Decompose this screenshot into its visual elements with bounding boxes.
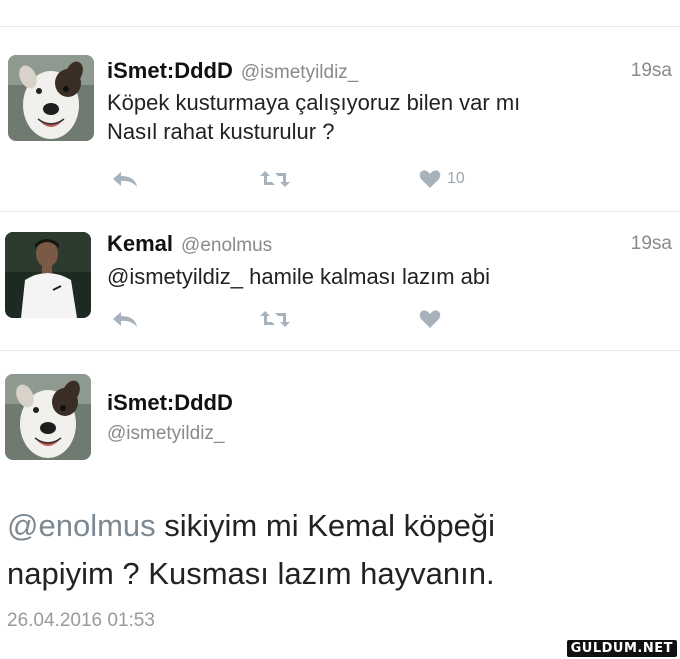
retweet-icon	[260, 171, 290, 187]
tweet-text-line: napiyim ? Kusması lazım hayvanın.	[7, 556, 495, 591]
avatar[interactable]	[8, 55, 94, 141]
tweet-text: @ismetyildiz_ hamile kalması lazım abi	[107, 264, 491, 289]
dog-avatar-icon	[5, 374, 91, 460]
heart-icon	[419, 310, 441, 328]
user-handle[interactable]: @enolmus	[181, 235, 272, 256]
reply-button[interactable]	[111, 168, 139, 190]
tweet-text: Köpek kusturmaya çalışıyoruz bilen var m…	[107, 88, 520, 146]
retweet-button[interactable]	[259, 308, 291, 330]
tweet-actions	[107, 308, 507, 330]
tweet-divider	[0, 211, 680, 212]
person-avatar-icon	[5, 232, 91, 318]
like-count: 10	[447, 170, 465, 187]
reply-icon	[113, 312, 137, 327]
tweet-time[interactable]: 19sa	[631, 60, 672, 82]
site-watermark: GULDUM.NET	[566, 640, 677, 657]
tweet-actions: 10	[107, 168, 507, 190]
avatar[interactable]	[5, 232, 91, 318]
retweet-icon	[260, 311, 290, 327]
tweet-timestamp: 26.04.2016 01:53	[7, 610, 155, 631]
tweet-text-segment: sikiyim mi Kemal köpeği	[155, 508, 496, 543]
tweet-text-line: @enolmus sikiyim mi Kemal köpeği	[7, 502, 647, 550]
display-name[interactable]: iSmet:DddD	[107, 58, 233, 83]
tweet-text-line: Nasıl rahat kusturulur ?	[107, 119, 335, 144]
like-button[interactable]: 10	[419, 168, 465, 190]
display-name[interactable]: iSmet:DddD	[107, 390, 233, 416]
tweet-header: Kemal @enolmus	[107, 231, 272, 257]
heart-icon	[419, 170, 441, 188]
top-divider	[0, 26, 680, 27]
tweet-text-line: Köpek kusturmaya çalışıyoruz bilen var m…	[107, 90, 521, 115]
display-name[interactable]: Kemal	[107, 231, 173, 256]
user-handle[interactable]: @ismetyildiz_	[107, 423, 224, 445]
mention-link[interactable]: @enolmus	[7, 508, 156, 543]
dog-avatar-icon	[8, 55, 94, 141]
user-handle[interactable]: @ismetyildiz_	[241, 62, 358, 83]
avatar[interactable]	[5, 374, 91, 460]
tweet-header: iSmet:DddD @ismetyildiz_	[107, 58, 358, 84]
reply-button[interactable]	[111, 308, 139, 330]
reply-icon	[113, 172, 137, 187]
like-button[interactable]	[419, 308, 441, 330]
tweet-text: @enolmus sikiyim mi Kemal köpeği napiyim…	[7, 502, 647, 598]
tweet-divider	[0, 350, 680, 351]
retweet-button[interactable]	[259, 168, 291, 190]
tweet-time[interactable]: 19sa	[631, 233, 672, 255]
